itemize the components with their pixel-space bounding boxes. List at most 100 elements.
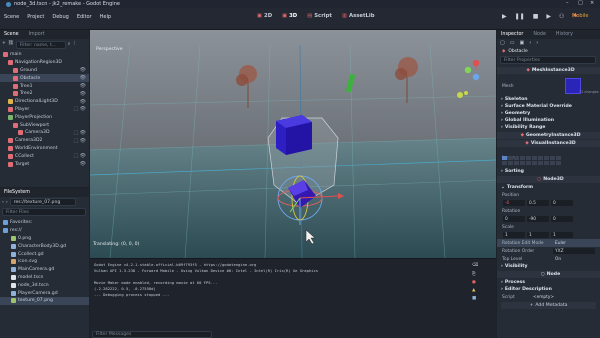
new-resource-icon[interactable]: ▢ bbox=[500, 40, 505, 46]
error-filter-icon[interactable]: ● bbox=[472, 280, 478, 285]
rotation-edit-mode-select[interactable]: Euler bbox=[553, 240, 595, 246]
visibility-toggle-icon[interactable]: 👁 bbox=[80, 161, 86, 167]
scene-tree-item[interactable]: Obstacle 👁 bbox=[0, 74, 89, 83]
scene-tree-item[interactable]: WorldEnvironment bbox=[0, 145, 89, 153]
scene-filter-input[interactable]: Filter: name, t... bbox=[15, 41, 66, 49]
top-level-toggle[interactable]: On bbox=[553, 256, 595, 262]
layer-cell[interactable] bbox=[508, 156, 513, 160]
history-forward-icon[interactable]: › bbox=[536, 40, 538, 46]
history-back-icon[interactable]: ‹ bbox=[529, 40, 531, 46]
file-item[interactable]: Ccollect.gd bbox=[0, 250, 89, 258]
file-item[interactable]: res:// bbox=[0, 227, 89, 235]
script-select[interactable]: <empty> bbox=[531, 294, 593, 300]
scene-tree-item[interactable]: main bbox=[0, 51, 89, 59]
add-node-icon[interactable]: + bbox=[2, 41, 6, 49]
inspector-group[interactable]: › Visibility Range bbox=[497, 124, 600, 131]
layer-cell[interactable] bbox=[520, 161, 525, 165]
file-item[interactable]: MainCamera.gd bbox=[0, 266, 89, 274]
layer-cell[interactable] bbox=[538, 161, 543, 165]
renderer-selector[interactable]: Mobile bbox=[572, 13, 588, 19]
pause-icon[interactable]: ❚❚ bbox=[515, 13, 525, 20]
inspector-group[interactable]: › Geometry bbox=[497, 110, 600, 117]
layer-cell[interactable] bbox=[526, 161, 531, 165]
visibility-toggle-icon[interactable]: ⬚ 👁 bbox=[73, 138, 86, 144]
scene-tree-item[interactable]: Camera3D ⬚ 👁 bbox=[0, 129, 89, 137]
back-icon[interactable]: ‹ bbox=[2, 200, 4, 205]
workspace-2d[interactable]: ▣ 2D bbox=[257, 13, 272, 19]
menu-icon[interactable]: ⋮ bbox=[72, 41, 77, 49]
viewport-scene[interactable] bbox=[90, 30, 496, 258]
transform-section[interactable]: ⌄ Transform bbox=[497, 184, 600, 191]
layer-cell[interactable] bbox=[550, 161, 555, 165]
workspace-3d[interactable]: ▣ 3D bbox=[282, 13, 297, 19]
3d-viewport[interactable]: Perspective Translating: (0, 0, 0) bbox=[90, 30, 496, 258]
menu-editor[interactable]: Editor bbox=[77, 14, 92, 20]
layer-cell[interactable] bbox=[508, 161, 513, 165]
open-resource-icon[interactable]: ▭ bbox=[510, 40, 515, 46]
scene-tree-item[interactable]: SubViewport bbox=[0, 121, 89, 129]
message-filter-icon[interactable]: ■ bbox=[472, 296, 478, 301]
layer-cell[interactable] bbox=[520, 156, 525, 160]
scale-y[interactable]: 1 bbox=[527, 232, 549, 238]
link-icon[interactable]: ⛓ bbox=[8, 41, 14, 49]
scene-tree-item[interactable]: Camera3D2 ⬚ 👁 bbox=[0, 137, 89, 145]
inspector-group[interactable]: › Global Illumination bbox=[497, 117, 600, 124]
layer-cell[interactable] bbox=[514, 161, 519, 165]
position-x[interactable]: -0 bbox=[503, 200, 525, 206]
layer-cell[interactable] bbox=[550, 156, 555, 160]
tab-inspector[interactable]: Inspector bbox=[501, 32, 523, 37]
output-filter-input[interactable]: Filter Messages bbox=[92, 331, 212, 338]
position-z[interactable]: 0 bbox=[551, 200, 573, 206]
file-item[interactable]: PlayerCamera.gd bbox=[0, 289, 89, 297]
menu-help[interactable]: Help bbox=[100, 14, 111, 20]
menu-scene[interactable]: Scene bbox=[4, 14, 19, 20]
tab-history[interactable]: History bbox=[556, 32, 573, 37]
add-metadata-button[interactable]: + Add Metadata bbox=[501, 302, 596, 309]
rotation-x[interactable]: 0 bbox=[503, 216, 525, 222]
layer-cell[interactable] bbox=[532, 156, 537, 160]
play-icon[interactable]: ▶ bbox=[502, 13, 507, 20]
file-item[interactable]: icon.svg bbox=[0, 258, 89, 266]
inspector-filter-input[interactable]: Filter Properties bbox=[500, 56, 596, 64]
scene-tree-item[interactable]: Player ⬚ 👁 bbox=[0, 106, 89, 114]
play-custom-icon[interactable]: ⚇ bbox=[559, 13, 564, 20]
workspace-assetlib[interactable]: ▥ AssetLib bbox=[342, 13, 375, 19]
layer-cell[interactable] bbox=[532, 161, 537, 165]
maximize-button[interactable]: □ bbox=[578, 0, 583, 6]
minimize-button[interactable]: – bbox=[566, 0, 569, 6]
search-icon[interactable]: ⌕ bbox=[68, 41, 71, 49]
visibility-toggle-icon[interactable]: 👁 bbox=[80, 75, 86, 81]
sorting-section[interactable]: › Sorting bbox=[497, 168, 600, 175]
tab-node[interactable]: Node bbox=[533, 32, 546, 37]
menu-project[interactable]: Project bbox=[27, 14, 44, 20]
scale-z[interactable]: 1 bbox=[551, 232, 573, 238]
scene-tree-item[interactable]: Target 👁 bbox=[0, 160, 89, 168]
filesystem-path[interactable]: res://texture_07.png bbox=[9, 198, 76, 206]
scene-tree-item[interactable]: Ground 👁 bbox=[0, 67, 89, 75]
scene-tree-item[interactable]: NavigationRegion3D bbox=[0, 59, 89, 67]
visibility-toggle-icon[interactable]: 👁 bbox=[80, 67, 86, 73]
scene-tree-item[interactable]: Tree2 👁 bbox=[0, 90, 89, 98]
visibility-toggle-icon[interactable]: 👁 bbox=[80, 83, 86, 89]
clear-output-icon[interactable]: ⌫ bbox=[472, 263, 478, 268]
layer-cell[interactable] bbox=[556, 161, 561, 165]
layer-cell[interactable] bbox=[502, 161, 507, 165]
layer-cell[interactable] bbox=[544, 161, 549, 165]
save-resource-icon[interactable]: ▣ bbox=[519, 40, 524, 46]
position-y[interactable]: 0.5 bbox=[527, 200, 549, 206]
file-item[interactable]: node_3d.tscn bbox=[0, 281, 89, 289]
visibility-toggle-icon[interactable]: ⬚ 👁 bbox=[73, 106, 86, 112]
layer-cell[interactable] bbox=[544, 156, 549, 160]
scene-tree-item[interactable]: CCollect ⬚ 👁 bbox=[0, 152, 89, 160]
layer-cell[interactable] bbox=[502, 156, 507, 160]
rotation-order-select[interactable]: YXZ bbox=[553, 248, 595, 254]
scene-tree-item[interactable]: DirectionalLight3D 👁 bbox=[0, 98, 89, 106]
copy-output-icon[interactable]: ⎘ bbox=[472, 271, 478, 277]
layers-grid[interactable] bbox=[502, 156, 561, 165]
file-item[interactable]: model.tscn bbox=[0, 274, 89, 282]
visibility-toggle-icon[interactable]: 👁 bbox=[80, 99, 86, 105]
workspace-script[interactable]: ▤ Script bbox=[307, 13, 332, 19]
file-item[interactable]: CharacterBody3D.gd bbox=[0, 242, 89, 250]
visibility-toggle-icon[interactable]: 👁 bbox=[80, 91, 86, 97]
layer-cell[interactable] bbox=[514, 156, 519, 160]
